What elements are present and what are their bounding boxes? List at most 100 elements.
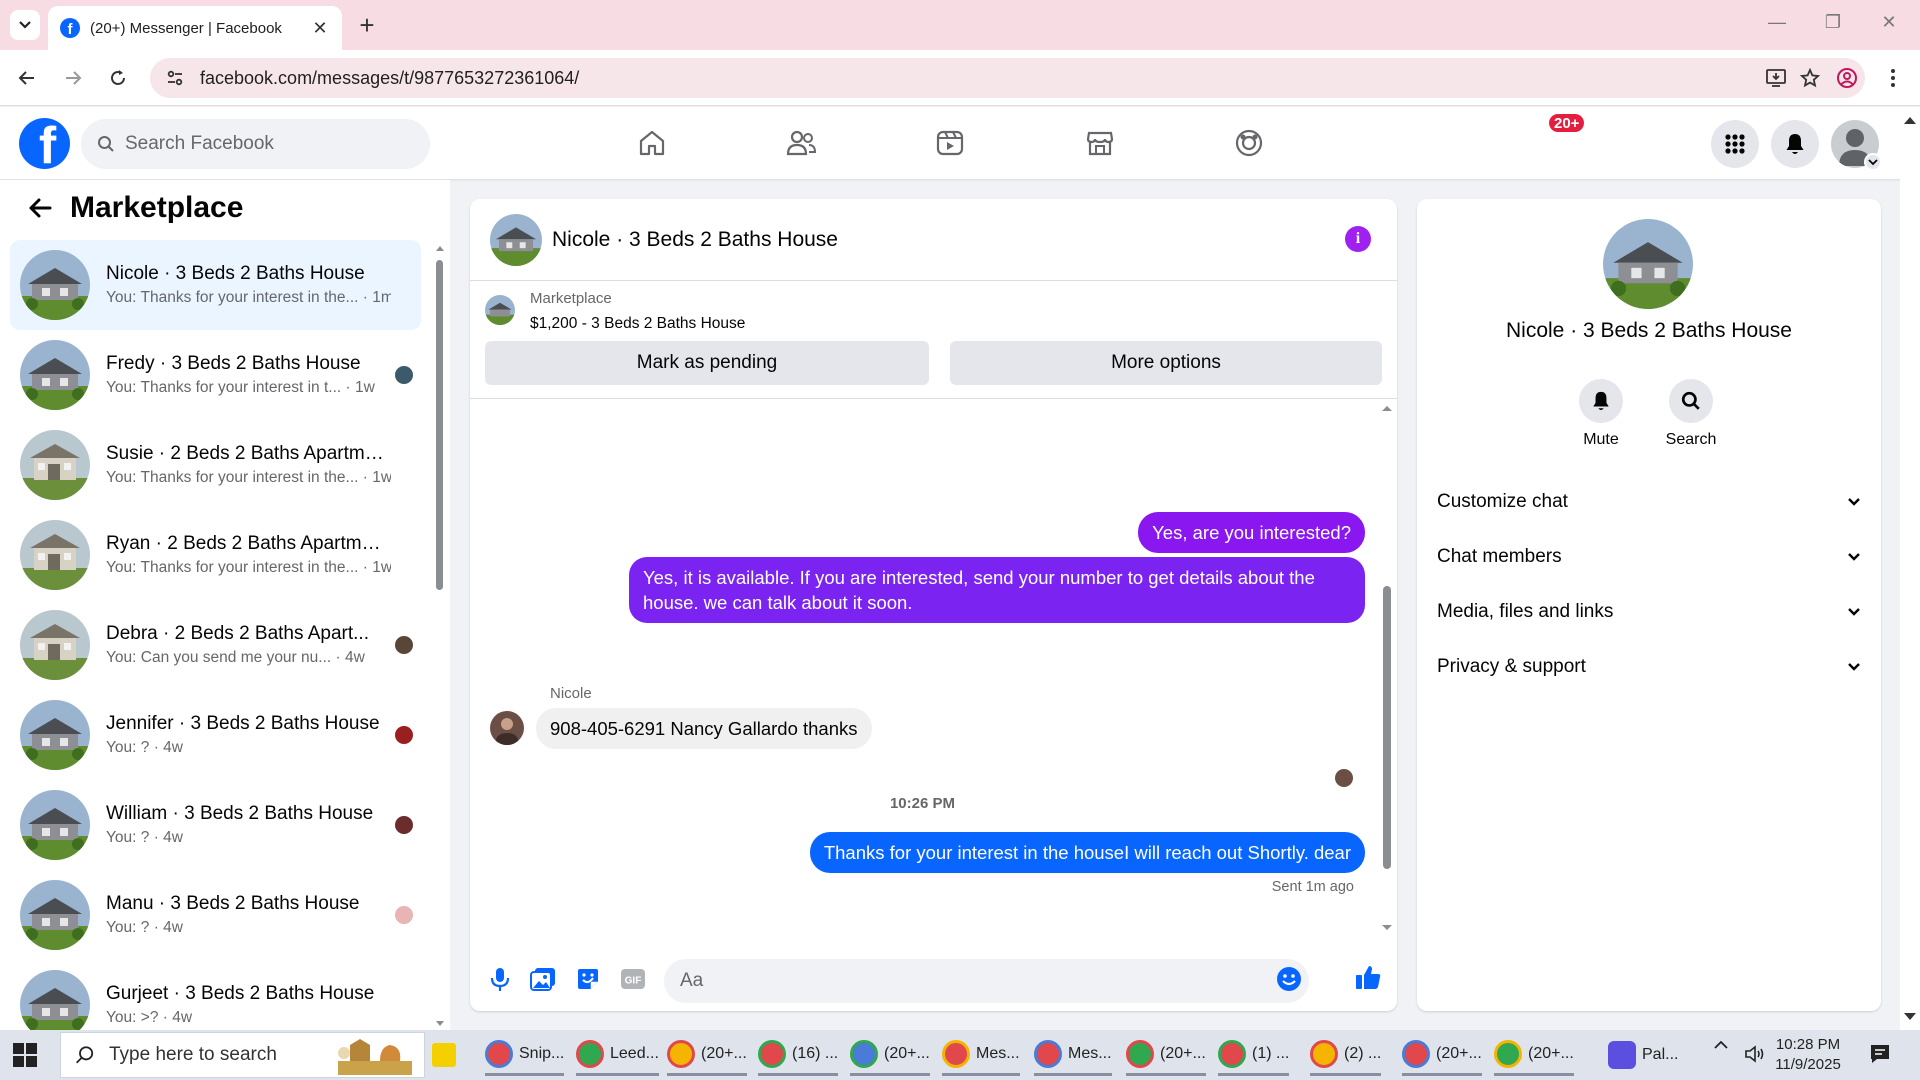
taskbar-app[interactable]: Leed... — [576, 1034, 659, 1076]
back-arrow-icon[interactable] — [26, 194, 54, 222]
profile-icon[interactable] — [1832, 63, 1862, 93]
conversation-item[interactable]: Manu · 3 Beds 2 Baths House You: ? · 4w — [10, 870, 421, 960]
conversation-item[interactable]: Nicole · 3 Beds 2 Baths House You: Thank… — [10, 240, 421, 330]
marketplace-icon[interactable] — [1076, 119, 1124, 167]
account-caret-icon[interactable] — [1864, 153, 1882, 171]
window-close-icon[interactable]: ✕ — [1874, 12, 1904, 33]
taskbar-app[interactable]: Snip... — [485, 1034, 565, 1076]
facebook-search[interactable] — [81, 119, 430, 169]
photo-icon[interactable] — [529, 965, 557, 993]
sticker-icon[interactable] — [574, 965, 602, 993]
listing-title[interactable]: $1,200 - 3 Beds 2 Baths House — [530, 315, 745, 333]
taskbar-clock[interactable]: 10:28 PM 11/9/2025 — [1773, 1035, 1843, 1075]
taskbar-app[interactable]: Pal... — [1608, 1034, 1678, 1076]
conversation-preview: You: ? · 4w — [106, 739, 183, 756]
chat-title[interactable]: Nicole · 3 Beds 2 Baths House — [552, 228, 838, 252]
taskbar-app[interactable]: (20+... — [667, 1034, 747, 1076]
chrome-icon — [1494, 1039, 1522, 1068]
message-line: house. we can talk about it soon. — [643, 592, 913, 613]
browser-menu-icon[interactable] — [1878, 63, 1908, 93]
back-icon[interactable] — [12, 63, 42, 93]
section-label: Chat members — [1437, 545, 1562, 567]
conversation-item[interactable]: Fredy · 3 Beds 2 Baths House You: Thanks… — [10, 330, 421, 420]
friends-icon[interactable] — [777, 119, 825, 167]
outgoing-message[interactable]: Yes, it is available. If you are interes… — [629, 557, 1365, 623]
menu-grid-icon[interactable] — [1711, 120, 1759, 168]
more-options-button[interactable]: More options — [950, 341, 1382, 385]
facebook-search-input[interactable] — [125, 133, 405, 155]
search-in-conversation-button[interactable]: Search — [1646, 379, 1736, 449]
install-app-icon[interactable] — [1758, 58, 1794, 98]
video-icon[interactable] — [926, 119, 974, 167]
media-files-links-section[interactable]: Media, files and links — [1417, 584, 1881, 639]
browser-tab[interactable]: f (20+) Messenger | Facebook ✕ — [48, 6, 342, 50]
conversation-item[interactable]: Ryan · 2 Beds 2 Baths Apartmen... You: T… — [10, 510, 421, 600]
facebook-logo-icon[interactable]: f — [19, 118, 70, 169]
taskbar-app[interactable]: Mes... — [942, 1034, 1020, 1076]
taskbar-app[interactable]: (1) ... — [1218, 1034, 1290, 1076]
customize-chat-section[interactable]: Customize chat — [1417, 474, 1881, 529]
sidebar-scroll-thumb[interactable] — [436, 260, 443, 590]
minimize-icon[interactable]: — — [1762, 12, 1792, 33]
message-input[interactable] — [680, 970, 1240, 992]
bookmark-star-icon[interactable] — [1792, 58, 1828, 98]
info-icon[interactable]: i — [1345, 226, 1371, 252]
mark-as-pending-button[interactable]: Mark as pending — [485, 341, 929, 385]
info-avatar[interactable] — [1603, 219, 1693, 309]
address-bar[interactable]: facebook.com/messages/t/9877653272361064… — [150, 58, 1865, 98]
sidebar-scrollbar[interactable] — [435, 240, 444, 1030]
message-input-box[interactable] — [664, 959, 1309, 1003]
outgoing-message[interactable]: Thanks for your interest in the houseI w… — [809, 832, 1365, 873]
taskbar-app[interactable]: (20+... — [1494, 1034, 1574, 1076]
chrome-icon — [1126, 1039, 1154, 1068]
taskbar-app[interactable]: Mes... — [1034, 1034, 1112, 1076]
notifications-bell-icon[interactable] — [1771, 120, 1819, 168]
taskbar-app[interactable]: (20+... — [850, 1034, 930, 1076]
sticky-notes-app[interactable] — [432, 1034, 462, 1076]
listing-thumbnail — [20, 970, 90, 1030]
sticky-notes-icon — [432, 1043, 456, 1067]
tab-search-button[interactable] — [10, 10, 40, 40]
chat-members-section[interactable]: Chat members — [1417, 529, 1881, 584]
conversation-item[interactable]: Jennifer · 3 Beds 2 Baths House You: ? ·… — [10, 690, 421, 780]
restore-icon[interactable]: ❐ — [1818, 12, 1848, 33]
chat-scrollbar[interactable] — [1381, 404, 1393, 939]
reload-icon[interactable] — [103, 63, 133, 93]
taskbar-search[interactable]: Type here to search — [60, 1032, 425, 1078]
conversation-item[interactable]: William · 3 Beds 2 Baths House You: ? · … — [10, 780, 421, 870]
notifications-center-icon[interactable] — [1868, 1042, 1892, 1066]
show-hidden-icons[interactable] — [1713, 1040, 1729, 1050]
forward-icon[interactable] — [58, 63, 88, 93]
taskbar-app[interactable]: (20+... — [1402, 1034, 1482, 1076]
taskbar-app[interactable]: (20+... — [1126, 1034, 1206, 1076]
sender-avatar[interactable] — [490, 711, 524, 745]
chrome-icon — [942, 1039, 970, 1068]
gif-icon[interactable]: GIF — [619, 965, 647, 993]
conversation-item[interactable]: Debra · 2 Beds 2 Baths Apart... You: Can… — [10, 600, 421, 690]
chrome-icon — [758, 1039, 786, 1068]
incoming-message[interactable]: 908-405-6291 Nancy Gallardo thanks — [536, 708, 872, 749]
privacy-support-section[interactable]: Privacy & support — [1417, 639, 1881, 694]
listing-thumbnail[interactable] — [485, 295, 515, 325]
microphone-icon[interactable] — [486, 965, 514, 993]
taskbar-app[interactable]: (16) ... — [758, 1034, 839, 1076]
outgoing-message[interactable]: Yes, are you interested? — [1138, 512, 1365, 553]
page-scrollbar[interactable] — [1900, 107, 1920, 1030]
conversation-name: Susie · 2 Beds 2 Baths Apartmen... — [106, 443, 391, 464]
windows-start-icon[interactable] — [12, 1042, 38, 1068]
site-info-icon[interactable] — [160, 63, 190, 93]
emoji-icon[interactable] — [1275, 965, 1303, 993]
mute-button[interactable]: Mute — [1556, 379, 1646, 449]
home-icon[interactable] — [628, 119, 676, 167]
chat-scroll-thumb[interactable] — [1383, 586, 1391, 869]
conversation-item[interactable]: Susie · 2 Beds 2 Baths Apartmen... You: … — [10, 420, 421, 510]
facebook-favicon-icon: f — [60, 18, 80, 38]
chat-avatar[interactable] — [490, 213, 542, 266]
thumbs-up-icon[interactable] — [1354, 963, 1382, 991]
volume-icon[interactable] — [1744, 1044, 1766, 1064]
conversation-item[interactable]: Gurjeet · 3 Beds 2 Baths House You: >? ·… — [10, 960, 421, 1030]
gaming-icon[interactable] — [1225, 119, 1273, 167]
new-tab-button[interactable]: + — [352, 10, 382, 40]
tab-close-icon[interactable]: ✕ — [310, 18, 330, 39]
taskbar-app[interactable]: (2) ... — [1310, 1034, 1382, 1076]
